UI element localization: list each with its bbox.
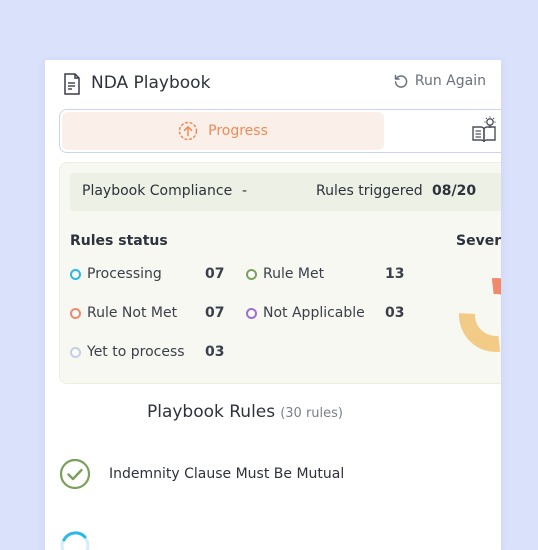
status-not-applicable: Not Applicable	[246, 305, 365, 321]
yet-to-process-dot	[70, 346, 81, 358]
rule-label: Indemnity Clause Must Be Mutual	[109, 466, 345, 482]
run-again-label: Run Again	[414, 73, 486, 89]
status-label: Processing	[87, 266, 162, 282]
run-again-button[interactable]: Run Again	[393, 73, 486, 89]
loading-spinner-icon	[60, 531, 90, 550]
status-label: Not Applicable	[263, 305, 365, 321]
status-rule-not-met: Rule Not Met	[70, 305, 177, 321]
status-label: Rule Not Met	[87, 305, 178, 321]
status-label: Yet to process	[87, 344, 185, 360]
compliance-label: Playbook Compliance	[82, 183, 233, 199]
rules-status-heading: Rules status	[70, 233, 168, 249]
playbook-rules-heading: Playbook Rules (30 rules)	[45, 402, 445, 422]
playbook-rules-count: (30 rules)	[280, 406, 344, 421]
page-title: NDA Playbook	[91, 73, 211, 93]
refresh-icon	[394, 74, 408, 88]
document-icon	[64, 73, 80, 95]
status-count: 07	[205, 266, 225, 282]
check-circle-icon	[59, 458, 91, 490]
tab-progress-label: Progress	[208, 123, 268, 139]
status-count: 03	[205, 344, 225, 360]
severity-segment	[491, 278, 501, 295]
rule-not-met-dot	[70, 307, 81, 319]
status-rule-met: Rule Met	[246, 266, 324, 282]
severity-donut-chart	[459, 278, 501, 352]
severity-segment	[459, 313, 501, 352]
rules-triggered-label: Rules triggered	[316, 183, 423, 199]
rule-item[interactable]: Indemnity Clause Must Be Mutual	[59, 458, 344, 490]
status-label: Rule Met	[263, 266, 325, 282]
not-applicable-dot	[246, 307, 257, 319]
status-yet-to-process: Yet to process	[70, 344, 185, 360]
playbook-rules-title: Playbook Rules	[146, 402, 276, 422]
tab-progress[interactable]: Progress	[62, 112, 384, 150]
playbook-panel: NDA Playbook Run Again Progress Playbook…	[45, 60, 501, 550]
status-count: 13	[385, 266, 405, 282]
status-count: 03	[385, 305, 405, 321]
status-processing: Processing	[70, 266, 162, 282]
compliance-value: -	[242, 183, 248, 199]
rules-summary-card: Playbook Compliance - Rules triggered 08…	[59, 162, 501, 384]
panel-header: NDA Playbook Run Again	[45, 60, 501, 108]
tab-bar: Progress	[59, 109, 501, 153]
status-count: 07	[205, 305, 225, 321]
book-lightbulb-icon[interactable]	[470, 116, 498, 144]
compliance-bar: Playbook Compliance - Rules triggered 08…	[70, 173, 501, 211]
severity-heading: Severit	[456, 233, 501, 249]
processing-dot	[70, 268, 81, 280]
upload-circle-icon	[178, 121, 198, 141]
rule-met-dot	[246, 268, 257, 280]
rules-triggered-value: 08/20	[432, 183, 477, 199]
